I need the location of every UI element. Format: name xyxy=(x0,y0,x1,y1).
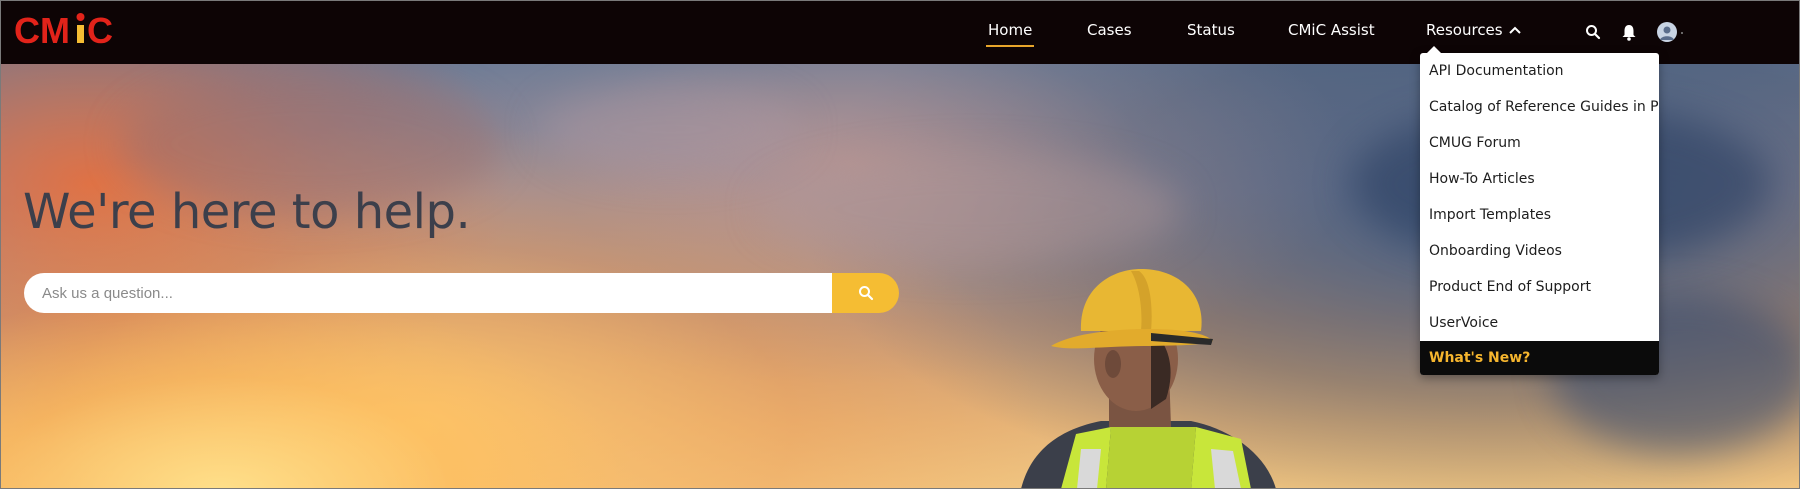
dropdown-caret xyxy=(1426,46,1442,54)
search-button[interactable] xyxy=(832,273,899,313)
search-icon xyxy=(858,286,873,301)
cloud-shape xyxy=(761,154,1181,264)
menu-item-cmug-forum[interactable]: CMUG Forum xyxy=(1420,125,1659,161)
menu-item-onboarding-videos[interactable]: Onboarding Videos xyxy=(1420,233,1659,269)
menu-item-product-end-of-support[interactable]: Product End of Support xyxy=(1420,269,1659,305)
browser-frame: CM C Home Cases Status CMiC Assist Resou… xyxy=(0,0,1800,489)
resources-dropdown: API Documentation Catalog of Reference G… xyxy=(1420,53,1659,375)
nav-resources-label: Resources xyxy=(1426,21,1503,39)
menu-item-how-to-articles[interactable]: How-To Articles xyxy=(1420,161,1659,197)
nav-resources[interactable]: Resources xyxy=(1426,21,1521,39)
search-input[interactable] xyxy=(24,273,832,313)
nav-cmic-assist[interactable]: CMiC Assist xyxy=(1288,21,1375,39)
menu-item-import-templates[interactable]: Import Templates xyxy=(1420,197,1659,233)
menu-item-reference-guides[interactable]: Catalog of Reference Guides in PDF xyxy=(1420,89,1659,125)
menu-item-uservoice[interactable]: UserVoice xyxy=(1420,305,1659,341)
hero-title: We're here to help. xyxy=(23,184,471,240)
search-icon[interactable] xyxy=(1582,21,1604,43)
nav-status[interactable]: Status xyxy=(1187,21,1235,39)
cloud-shape xyxy=(541,84,801,174)
menu-item-api-documentation[interactable]: API Documentation xyxy=(1420,53,1659,89)
nav-cases[interactable]: Cases xyxy=(1087,21,1132,39)
nav-home[interactable]: Home xyxy=(985,21,1035,47)
user-menu-indicator[interactable] xyxy=(1681,32,1683,34)
menu-item-whats-new[interactable]: What's New? xyxy=(1420,341,1659,375)
bell-icon[interactable] xyxy=(1618,21,1640,43)
user-avatar-icon[interactable] xyxy=(1657,22,1677,42)
chevron-up-icon xyxy=(1508,26,1521,34)
search-bar xyxy=(24,273,899,313)
construction-worker-image xyxy=(1021,269,1276,488)
